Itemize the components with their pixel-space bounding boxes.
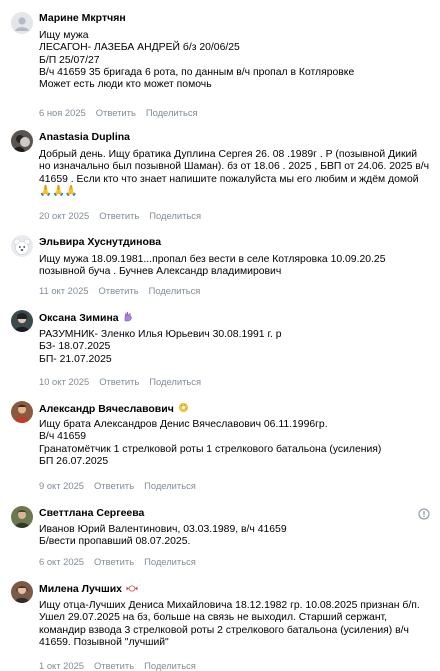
reply-button[interactable]: Ответить xyxy=(94,480,134,491)
comment-meta: 6 ноя 2025 Ответить Поделиться xyxy=(39,107,198,118)
comment-meta: 10 окт 2025 Ответить Поделиться xyxy=(39,376,201,387)
comment-date[interactable]: 6 ноя 2025 xyxy=(39,107,86,118)
comment-author[interactable]: Anastasia Duplina xyxy=(39,131,130,143)
comment-date[interactable]: 9 окт 2025 xyxy=(39,480,84,491)
comment-date[interactable]: 1 окт 2025 xyxy=(39,660,84,671)
reply-button[interactable]: Ответить xyxy=(99,376,139,387)
comment-author[interactable]: Оксана Зимина xyxy=(39,311,133,325)
share-button[interactable]: Поделиться xyxy=(149,285,201,296)
share-button[interactable]: Поделиться xyxy=(144,556,196,567)
reply-button[interactable]: Ответить xyxy=(99,285,139,296)
donut-badge-icon xyxy=(178,402,189,416)
avatar[interactable] xyxy=(11,401,33,423)
comment-item: Марине Мкртчян Ищу мужа ЛЕСАГОН- ЛАЗЕБА … xyxy=(0,0,440,122)
author-name: Оксана Зимина xyxy=(39,312,119,324)
user-photo-icon xyxy=(11,401,33,423)
candy-emoji-icon xyxy=(126,584,138,596)
comment-text: Иванов Юрий Валентинович, 03.03.1989, в/… xyxy=(39,524,287,548)
comment-item: Оксана Зимина РАЗУМНИК- Зленко Илья Юрье… xyxy=(0,302,440,394)
reply-button[interactable]: Ответить xyxy=(96,107,136,118)
share-button[interactable]: Поделиться xyxy=(144,480,196,491)
user-photo-icon xyxy=(11,581,33,603)
reply-button[interactable]: Ответить xyxy=(99,210,139,221)
info-icon[interactable] xyxy=(418,508,430,520)
avatar[interactable] xyxy=(11,235,33,257)
bear-avatar-icon xyxy=(11,235,33,257)
comment-meta: 6 окт 2025 Ответить Поделиться xyxy=(39,556,196,567)
author-name: Милена Лучших xyxy=(39,583,123,595)
avatar[interactable] xyxy=(11,581,33,603)
comment-date[interactable]: 11 окт 2025 xyxy=(39,285,89,296)
hand-emoji-icon xyxy=(123,311,133,325)
reply-button[interactable]: Ответить xyxy=(94,660,134,671)
comment-text: Ищу отца-Лучших Дениса Михайловича 18.12… xyxy=(39,600,423,648)
share-button[interactable]: Поделиться xyxy=(149,376,201,387)
comment-author[interactable]: Марине Мкртчян xyxy=(39,12,126,24)
comment-text: Ищу мужа ЛЕСАГОН- ЛАЗЕБА АНДРЕЙ б/з 20/0… xyxy=(39,30,355,91)
comment-item: Светтлана Сергеева Иванов Юрий Валентино… xyxy=(0,499,440,575)
comment-author[interactable]: Милена Лучших xyxy=(39,583,138,596)
comment-author[interactable]: Александр Вячеславович xyxy=(39,402,189,416)
comment-item: Anastasia Duplina Добрый день. Ищу брати… xyxy=(0,122,440,227)
avatar[interactable] xyxy=(11,310,33,332)
comment-date[interactable]: 10 окт 2025 xyxy=(39,376,89,387)
comment-meta: 1 окт 2025 Ответить Поделиться xyxy=(39,660,196,671)
reply-button[interactable]: Ответить xyxy=(94,556,134,567)
comment-item: Эльвира Хуснутдинова Ищу мужа 18.09.1981… xyxy=(0,227,440,302)
user-photo-icon xyxy=(11,506,33,528)
comment-text: Добрый день. Ищу братика Дуплина Сергея … xyxy=(39,149,432,197)
default-avatar-icon xyxy=(11,12,33,34)
share-button[interactable]: Поделиться xyxy=(149,210,201,221)
comment-author[interactable]: Светтлана Сергеева xyxy=(39,507,144,519)
comment-date[interactable]: 20 окт 2025 xyxy=(39,210,89,221)
user-photo-icon xyxy=(11,310,33,332)
avatar[interactable] xyxy=(11,12,33,34)
comment-date[interactable]: 6 окт 2025 xyxy=(39,556,84,567)
share-button[interactable]: Поделиться xyxy=(146,107,198,118)
comment-text: РАЗУМНИК- Зленко Илья Юрьевич 30.08.1991… xyxy=(39,329,282,365)
comment-author[interactable]: Эльвира Хуснутдинова xyxy=(39,236,161,248)
comment-meta: 11 окт 2025 Ответить Поделиться xyxy=(39,285,200,296)
author-name: Александр Вячеславович xyxy=(39,403,174,415)
avatar[interactable] xyxy=(11,130,33,152)
avatar[interactable] xyxy=(11,506,33,528)
user-photo-icon xyxy=(11,130,33,152)
comment-item: Александр Вячеславович Ищу брата Алексан… xyxy=(0,394,440,499)
share-button[interactable]: Поделиться xyxy=(144,660,196,671)
comment-text: Ищу брата Александров Денис Вячеславович… xyxy=(39,419,382,467)
comment-meta: 20 окт 2025 Ответить Поделиться xyxy=(39,210,201,221)
comment-item: Милена Лучших Ищу отца-Лучших Дениса Мих… xyxy=(0,575,440,671)
comment-text: Ищу мужа 18.09.1981...пропал без вести в… xyxy=(39,254,389,278)
comment-meta: 9 окт 2025 Ответить Поделиться xyxy=(39,480,196,491)
